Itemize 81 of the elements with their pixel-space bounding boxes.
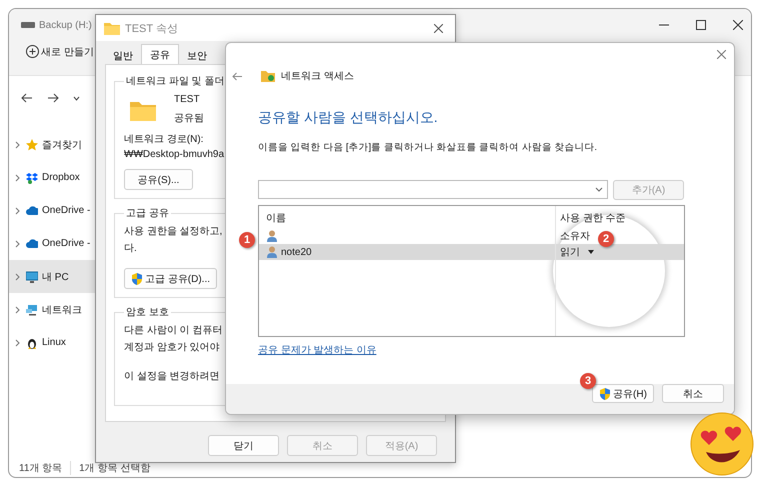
cloud-icon: [26, 238, 38, 250]
network-icon: [26, 304, 38, 316]
sidebar-label: OneDrive -: [42, 205, 90, 216]
chevron-down-icon[interactable]: [73, 96, 80, 100]
sidebar-label: 즐겨찾기: [42, 138, 82, 152]
chevron-down-icon: [595, 187, 603, 192]
heart-eyes-smiley-icon: [690, 412, 754, 476]
share-button[interactable]: 공유(S)...: [124, 169, 193, 190]
network-folder-icon: [261, 70, 275, 82]
sidebar-label: Dropbox: [42, 172, 80, 183]
chevron-right-icon: [14, 174, 22, 182]
maximize-icon[interactable]: [696, 20, 706, 30]
description-text: 계정과 암호가 있어야: [124, 341, 220, 354]
star-icon: [26, 138, 38, 150]
sidebar-label: 네트워크: [42, 304, 82, 316]
description-text: 다른 사람이 이 컴퓨터: [124, 324, 222, 337]
chevron-right-icon: [14, 206, 22, 214]
permission-level: 읽기: [560, 246, 580, 259]
window-title: TEST 속성: [125, 22, 178, 36]
dialog-button[interactable]: 공유(H): [592, 384, 654, 403]
dialog-title: 네트워크 액세스: [281, 70, 354, 83]
sidebar-label: OneDrive -: [42, 238, 90, 249]
folder-icon: [104, 21, 120, 35]
dialog-button[interactable]: 취소: [662, 384, 724, 403]
description-text: 이 설정을 변경하려면: [124, 370, 220, 383]
sidebar-item[interactable]: Dropbox: [9, 161, 96, 194]
description-text: 다.: [124, 242, 137, 255]
close-icon: [717, 50, 726, 59]
sidebar-item[interactable]: 내 PC: [9, 260, 96, 293]
chevron-right-icon: [14, 306, 22, 314]
back-arrow-icon[interactable]: [21, 93, 33, 103]
close-button[interactable]: [715, 48, 728, 61]
user-icon: [266, 246, 278, 258]
group-title: 네트워크 파일 및 폴더: [125, 75, 226, 88]
window-title: Backup (H:): [39, 20, 92, 30]
dropdown-caret-icon[interactable]: [588, 250, 594, 254]
share-status: 공유됨: [174, 112, 204, 125]
user-icon: [266, 230, 278, 242]
chevron-right-icon: [14, 338, 22, 346]
sidebar-item[interactable]: OneDrive -: [9, 227, 96, 260]
column-header: 사용 권한 수준: [560, 212, 626, 225]
status-text: 1개 항목 선택함: [79, 462, 150, 475]
description-text: 사용 권한을 설정하고,: [124, 225, 222, 238]
dialog-button[interactable]: 닫기: [208, 435, 279, 456]
monitor-icon: [26, 270, 38, 282]
tab[interactable]: 보안: [179, 47, 215, 64]
close-icon[interactable]: [733, 20, 743, 30]
instruction-text: 이름을 입력한 다음 [추가]를 클릭하거나 화살표를 클릭하여 사람을 찾습니다.: [258, 141, 598, 154]
chevron-right-icon: [14, 140, 22, 148]
group-title: 암호 보호: [125, 306, 170, 319]
drive-icon: [21, 22, 35, 28]
dialog-heading: 공유할 사람을 선택하십시오.: [258, 109, 439, 127]
close-icon: [434, 24, 443, 32]
forward-arrow-icon[interactable]: [47, 93, 59, 103]
penguin-icon: [26, 336, 38, 348]
sidebar-item[interactable]: 즐겨찾기: [9, 128, 96, 161]
network-path: ₩₩Desktop-bmuvh9a: [124, 149, 224, 160]
sidebar-label: Linux: [42, 337, 66, 348]
advanced-share-button[interactable]: 고급 공유(D)...: [124, 268, 217, 289]
chevron-right-icon: [14, 240, 22, 248]
plus-icon: [26, 45, 39, 58]
path-label: 네트워크 경로(N):: [124, 133, 204, 146]
sidebar-item[interactable]: Linux: [9, 326, 96, 359]
sidebar-item[interactable]: OneDrive -: [9, 194, 96, 227]
permission-level: 소유자: [560, 230, 590, 243]
new-button[interactable]: 새로 만들기: [24, 41, 96, 62]
column-header: 이름: [266, 212, 286, 225]
group-title: 고급 공유: [125, 207, 170, 220]
sidebar-label: 내 PC: [42, 270, 69, 284]
sidebar-item[interactable]: 네트워크: [9, 293, 96, 326]
user-name: note20: [281, 246, 312, 258]
folder-name: TEST: [174, 94, 201, 105]
tab[interactable]: 일반: [105, 47, 141, 64]
close-button[interactable]: [432, 22, 445, 34]
cloud-icon: [26, 204, 38, 216]
tab[interactable]: 공유: [141, 44, 179, 64]
chevron-right-icon: [14, 272, 22, 280]
status-text: 11개 항목: [19, 462, 62, 475]
help-link[interactable]: 공유 문제가 발생하는 이유: [258, 343, 376, 357]
shield-icon: [131, 272, 143, 284]
dropbox-icon: [26, 172, 38, 184]
